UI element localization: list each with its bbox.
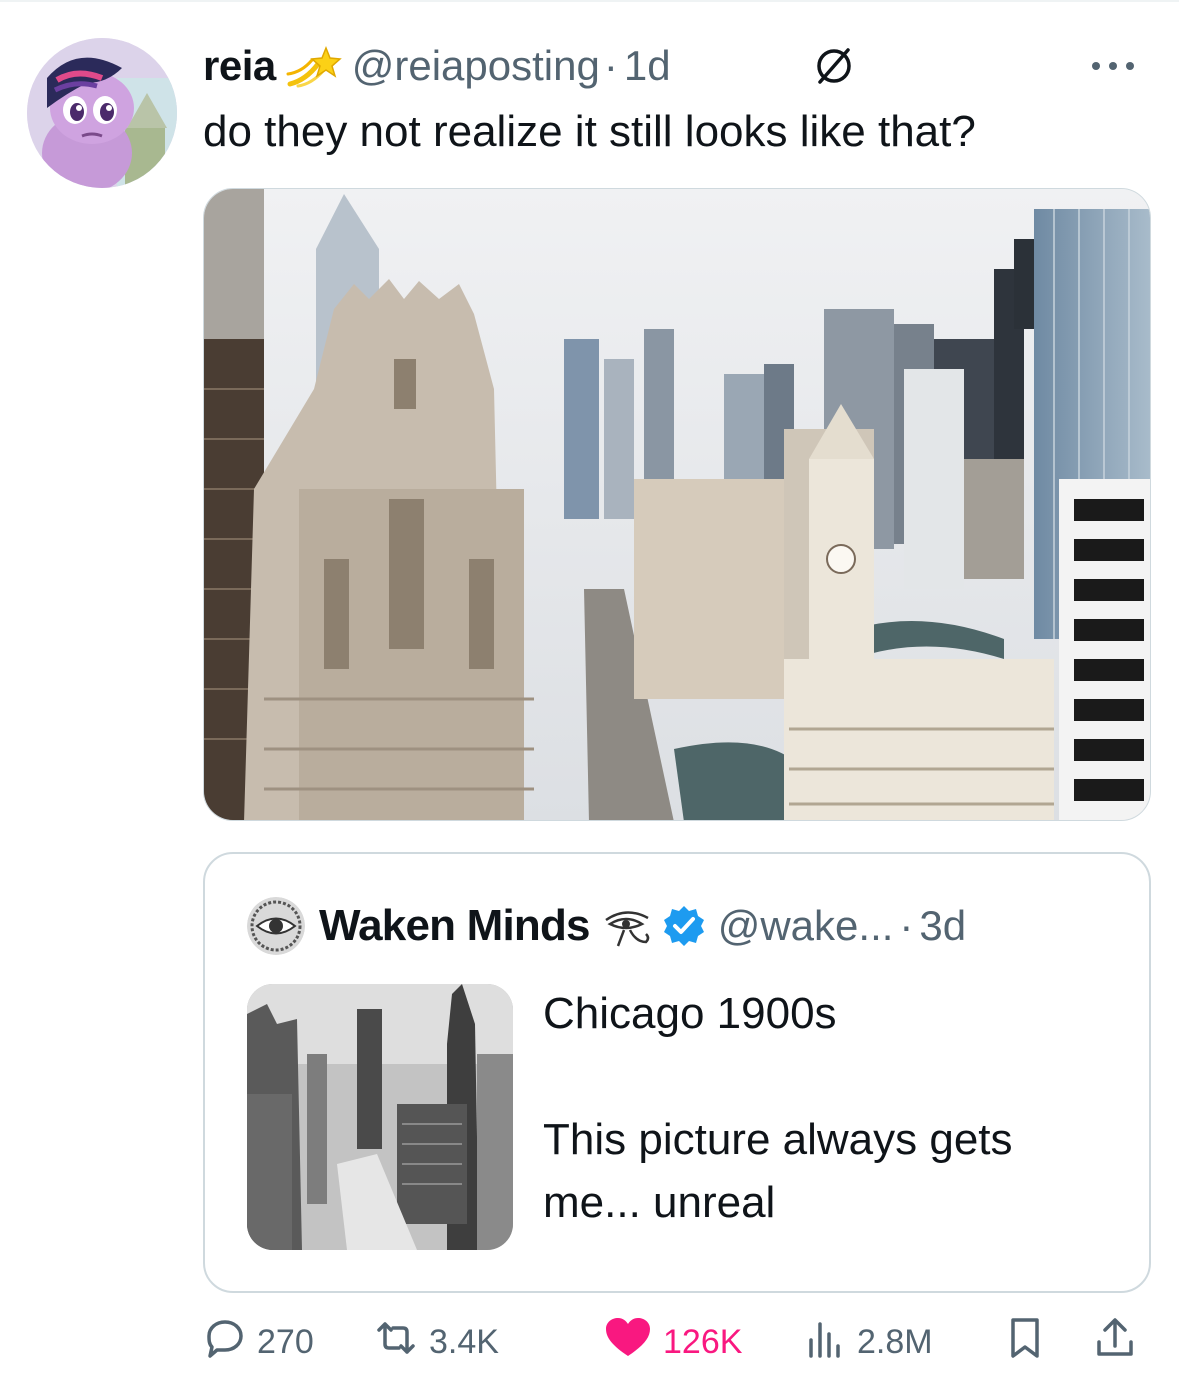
community-note-slash-icon[interactable] [812, 44, 856, 88]
header-actions [812, 40, 856, 92]
quoted-author-avatar[interactable] [247, 897, 305, 955]
quoted-text-line: me... unreal [543, 1178, 776, 1227]
views-icon [803, 1316, 847, 1369]
retweet-icon [373, 1316, 419, 1369]
views-count: 2.8M [857, 1322, 933, 1361]
post-action-bar: 270 3.4K 126K 2.8M [203, 1312, 1151, 1372]
share-button[interactable] [1093, 1312, 1137, 1372]
retweet-count: 3.4K [429, 1322, 499, 1361]
quoted-post-header: Waken Minds @wake... · 3d [247, 896, 966, 956]
city-aerial-photo [204, 189, 1150, 820]
heart-icon [603, 1316, 653, 1369]
eye-of-horus-icon [602, 904, 654, 948]
views-button[interactable]: 2.8M [803, 1312, 933, 1372]
post-photo[interactable] [203, 188, 1151, 821]
like-count: 126K [663, 1322, 743, 1361]
quoted-text-line: This picture always gets [543, 1115, 1013, 1164]
quoted-post-thumbnail[interactable] [247, 984, 513, 1250]
top-divider [0, 0, 1179, 2]
author-display-name[interactable]: reia [203, 42, 276, 90]
quoted-text-blank-line [543, 1045, 1013, 1108]
bookmark-button[interactable] [1005, 1312, 1045, 1372]
post-header: reia @reiaposting · 1d [203, 40, 1148, 92]
quoted-author-handle[interactable]: @wake... [718, 902, 894, 950]
retweet-button[interactable]: 3.4K [373, 1312, 499, 1372]
historic-city-photo [247, 984, 513, 1250]
post-timestamp[interactable]: 1d [624, 42, 671, 90]
quoted-header-separator: · [899, 902, 914, 949]
share-icon [1093, 1316, 1137, 1369]
author-avatar[interactable] [27, 38, 177, 188]
reply-icon [203, 1316, 247, 1369]
reply-button[interactable]: 270 [203, 1312, 314, 1372]
header-separator: · [603, 42, 618, 89]
quoted-post-text: Chicago 1900s This picture always gets m… [543, 982, 1013, 1234]
reply-count: 270 [257, 1322, 314, 1361]
quoted-post-card[interactable]: Waken Minds @wake... · 3d Chicago 1900s … [203, 852, 1151, 1293]
pony-avatar-icon [27, 38, 177, 188]
shooting-star-emoji-icon [286, 44, 342, 88]
like-button[interactable]: 126K [603, 1312, 742, 1372]
author-handle[interactable]: @reiaposting [352, 42, 600, 90]
quoted-text-line: Chicago 1900s [543, 989, 837, 1038]
eye-seal-icon [247, 897, 305, 955]
quoted-author-display-name[interactable]: Waken Minds [319, 901, 591, 951]
post-text: do they not realize it still looks like … [203, 107, 976, 156]
quoted-post-timestamp[interactable]: 3d [919, 902, 966, 950]
more-options-icon[interactable] [1078, 40, 1148, 92]
bookmark-icon [1005, 1316, 1045, 1369]
verified-badge-icon [662, 904, 706, 948]
